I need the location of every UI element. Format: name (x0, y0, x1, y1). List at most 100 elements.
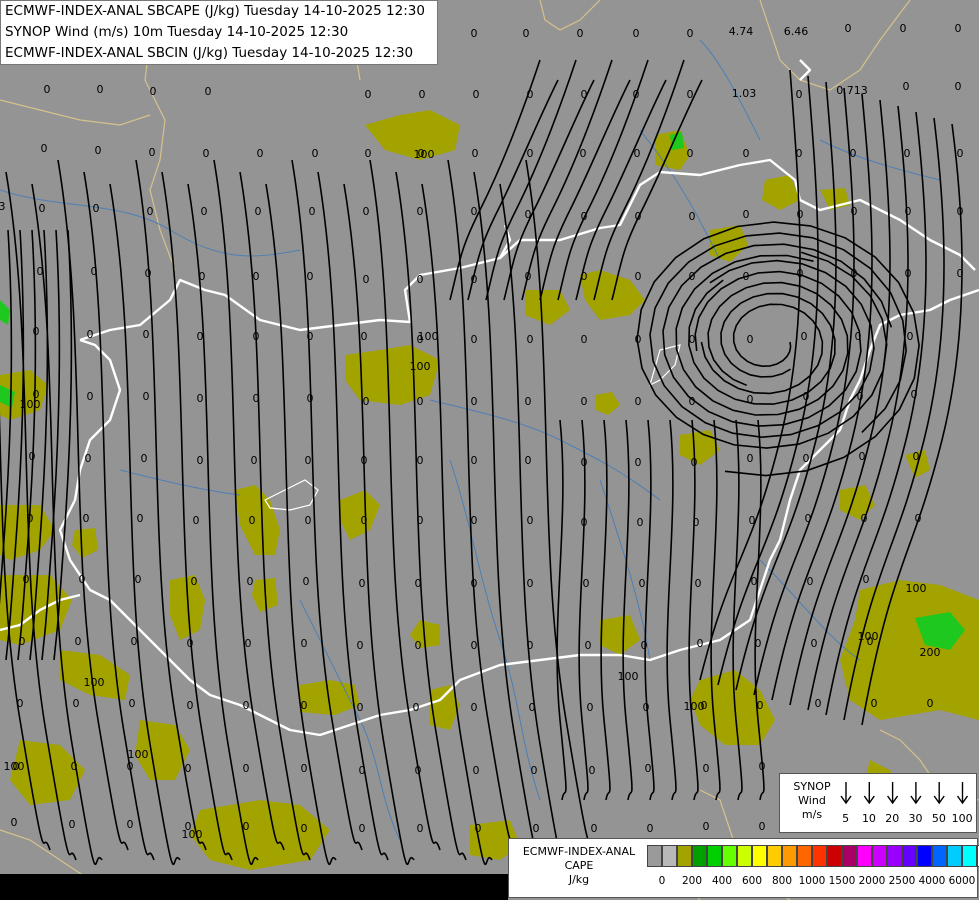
map-value-label: 100 (4, 760, 25, 773)
cape-area (840, 580, 979, 720)
wind-legend-speed: 10 (861, 812, 876, 825)
cape-color-swatch (707, 845, 722, 867)
map-value-label: 0 (687, 147, 694, 160)
weather-map: 0 0 0 0 0 0 0 0 0 0 0 0 0 0 0 0 0 0 0 0 0 0 0 0 0 0 0 0 0 0 0 0 0 4.74 6.4… (0, 0, 979, 900)
map-value-label: 100 (618, 670, 639, 683)
map-value-label: 0 (249, 514, 256, 527)
map-value-label: 0 (247, 575, 254, 588)
map-value-label: 0 (811, 637, 818, 650)
map-value-label: 0 (751, 575, 758, 588)
wind-legend: SYNOP Wind m/s 5 10 20 30 50 100 (779, 773, 977, 833)
map-value-label: 0 (33, 325, 40, 338)
title-cape: ECMWF-INDEX-ANAL SBCAPE (J/kg) Tuesday 1… (5, 3, 425, 19)
map-value-label: 0 (243, 699, 250, 712)
cape-color-swatch (677, 845, 692, 867)
map-value-label: 0 (531, 764, 538, 777)
map-value-label: 0 (417, 273, 424, 286)
map-value-label: 0 (845, 22, 852, 35)
map-value-label: 0 (93, 202, 100, 215)
map-value-label: 6.46 (784, 25, 809, 38)
cape-color-swatch (782, 845, 797, 867)
cape-tick-label: 6000 (948, 875, 976, 887)
map-value-label: 0 (131, 635, 138, 648)
map-value-label: 0 (757, 699, 764, 712)
map-value-label: 0 (635, 395, 642, 408)
wind-legend-arrow (840, 782, 852, 805)
map-value-label: 0 (743, 208, 750, 221)
map-value-label: 0 (187, 699, 194, 712)
cape-color-swatch (887, 845, 902, 867)
map-value-label: 0 (855, 330, 862, 343)
map-value-label: 0 (363, 273, 370, 286)
map-value-label: 0 (145, 267, 152, 280)
map-value-label: 0 (471, 395, 478, 408)
cape-color-swatch (947, 845, 962, 867)
map-value-label: 0 (533, 822, 540, 835)
map-value-label: 0 (150, 85, 157, 98)
map-value-label: 0 (525, 208, 532, 221)
map-value-label: 0 (147, 205, 154, 218)
map-value-label: 0 (473, 764, 480, 777)
cape-color-swatch (737, 845, 752, 867)
map-value-label: 0 (955, 80, 962, 93)
map-value-label: 0 (903, 80, 910, 93)
map-value-label: 0 (201, 205, 208, 218)
map-value-label: 0 (417, 395, 424, 408)
map-value-label: 0 (581, 395, 588, 408)
map-value-label: 0 (357, 701, 364, 714)
map-value-label: 0 (11, 816, 18, 829)
map-value-label: 0 (199, 270, 206, 283)
map-value-label: 0 (527, 333, 534, 346)
map-value-label: 0 (797, 267, 804, 280)
cape-color-swatch (902, 845, 917, 867)
map-value-label: 0 (417, 822, 424, 835)
map-value-label: 0 (634, 147, 641, 160)
map-value-label: 0 (801, 330, 808, 343)
map-value-label: 0 (527, 577, 534, 590)
map-value-label: 0 (759, 760, 766, 773)
cape-color-bar (647, 845, 979, 867)
map-value-label: 0 (257, 147, 264, 160)
map-value-label: 0 (525, 270, 532, 283)
map-value-label: 0 (363, 205, 370, 218)
map-value-label: 0 (73, 697, 80, 710)
map-value-label: 0 (850, 147, 857, 160)
map-value-label: 0 (471, 639, 478, 652)
map-value-label: 0 (581, 333, 588, 346)
wind-legend-arrow (887, 782, 899, 805)
map-value-label: 0 (243, 762, 250, 775)
map-value-label: 0 (39, 202, 46, 215)
map-value-label: 0 (581, 516, 588, 529)
map-value-label: 0 (87, 328, 94, 341)
cape-color-swatch (692, 845, 707, 867)
map-value-label: 0 (743, 147, 750, 160)
map-value-label: 100 (418, 330, 439, 343)
wind-legend-speed: 30 (908, 812, 923, 825)
cape-color-swatch (752, 845, 767, 867)
map-value-label: 0 (27, 512, 34, 525)
map-value-label: 100 (128, 748, 149, 761)
map-value-label: 0 (689, 395, 696, 408)
map-value-label: 0 (149, 146, 156, 159)
wind-legend-speed: 50 (931, 812, 946, 825)
cape-color-swatch (917, 845, 932, 867)
map-value-label: 0 (957, 267, 964, 280)
cape-ticks: 0 200 400 600 800 1000 1500 2000 2500 4000 6000 (647, 875, 977, 887)
map-value-label: 0 (301, 822, 308, 835)
map-value-label: 200 (920, 646, 941, 659)
map-value-label: 0 (187, 637, 194, 650)
map-value-label: 0 (581, 210, 588, 223)
map-value-label: 0 (900, 22, 907, 35)
map-value-label: 0 (471, 514, 478, 527)
map-value-label: 0 (585, 639, 592, 652)
map-value-label: 0 (815, 697, 822, 710)
map-value-label: 0 (527, 514, 534, 527)
map-value-label: 0 (471, 577, 478, 590)
wind-legend-arrow (863, 782, 875, 805)
cape-color-swatch (842, 845, 857, 867)
map-value-label: 0 (312, 147, 319, 160)
map-value-label: 0 (185, 762, 192, 775)
map-value-label: 0 (695, 577, 702, 590)
map-value-label: 0 (83, 512, 90, 525)
cape-color-swatch (827, 845, 842, 867)
